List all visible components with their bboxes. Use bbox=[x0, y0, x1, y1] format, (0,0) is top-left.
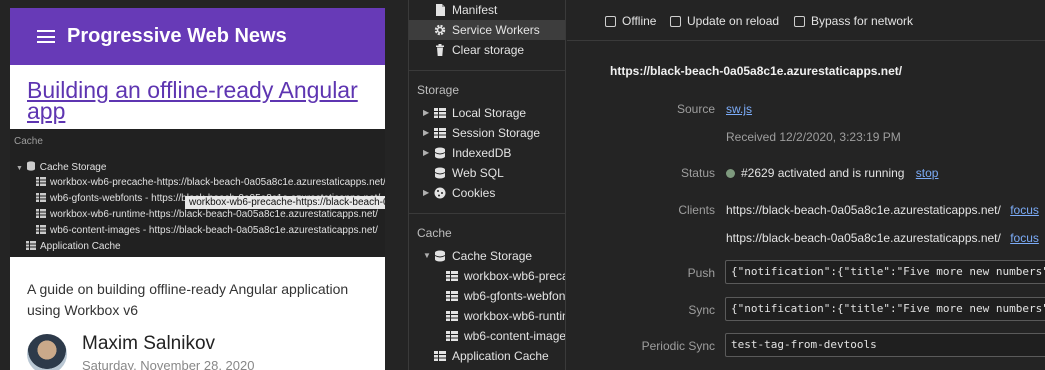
focus-link[interactable]: focus bbox=[1010, 203, 1039, 217]
storage-section-header: Storage bbox=[417, 83, 460, 97]
source-label: Source bbox=[676, 102, 715, 116]
grid-icon bbox=[446, 291, 458, 301]
cache-panel-header: Cache bbox=[14, 136, 43, 147]
database-icon bbox=[26, 161, 35, 171]
cache-panel-entry: wb6-content-images - https://black-beach… bbox=[36, 225, 378, 237]
push-input[interactable]: {"notification":{"title":"Five more new … bbox=[725, 260, 1045, 284]
client-url: https://black-beach-0a05a8c1e.azurestati… bbox=[726, 231, 1001, 245]
file-icon bbox=[436, 4, 445, 16]
application-sidebar: Manifest Service Workers Clear storage S… bbox=[408, 0, 566, 370]
chevron-right-icon[interactable]: ▶ bbox=[423, 143, 431, 163]
periodic-sync-label: Periodic Sync bbox=[641, 339, 715, 353]
database-icon bbox=[434, 167, 446, 179]
trash-icon bbox=[436, 44, 444, 56]
grid-icon bbox=[26, 241, 36, 250]
grid-icon bbox=[446, 311, 458, 321]
sidebar-item-cache-entry[interactable]: workbox-wb6-precache-https://black-beach… bbox=[409, 266, 565, 286]
author-name: Maxim Salnikov bbox=[82, 333, 216, 354]
sidebar-item-application-cache[interactable]: Application Cache bbox=[409, 346, 565, 366]
sidebar-item-session-storage[interactable]: ▶ Session Storage bbox=[409, 123, 565, 143]
status-label: Status bbox=[680, 166, 715, 180]
stop-link[interactable]: stop bbox=[916, 166, 939, 180]
gear-icon bbox=[434, 24, 446, 36]
push-label: Push bbox=[687, 266, 715, 280]
checkbox-box[interactable] bbox=[670, 15, 681, 27]
sidebar-item-indexeddb[interactable]: ▶ IndexedDB bbox=[409, 143, 565, 163]
grid-icon bbox=[446, 331, 458, 341]
checkbox-box[interactable] bbox=[605, 15, 616, 27]
grid-icon bbox=[36, 193, 46, 202]
periodic-sync-input[interactable]: test-tag-from-devtools bbox=[725, 333, 1045, 357]
scope-url: https://black-beach-0a05a8c1e.azurestati… bbox=[610, 64, 903, 78]
status-text: #2629 activated and is running bbox=[741, 166, 905, 180]
sidebar-item-service-workers[interactable]: Service Workers bbox=[409, 20, 565, 40]
grid-icon bbox=[36, 177, 46, 186]
mobile-preview: Progressive Web News Building an offline… bbox=[10, 8, 385, 370]
grid-icon bbox=[36, 209, 46, 218]
sidebar-item-clear-storage[interactable]: Clear storage bbox=[409, 40, 565, 60]
checkbox-box[interactable] bbox=[794, 15, 805, 27]
update-on-reload-checkbox[interactable]: Update on reload bbox=[670, 14, 779, 28]
client-url: https://black-beach-0a05a8c1e.azurestati… bbox=[726, 203, 1001, 217]
chevron-down-icon[interactable]: ▼ bbox=[423, 246, 431, 266]
cache-panel-cache-storage: ▼ Cache Storage bbox=[16, 161, 107, 173]
sidebar-item-cache-storage[interactable]: ▼ Cache Storage bbox=[409, 246, 565, 266]
bypass-for-network-checkbox[interactable]: Bypass for network bbox=[794, 14, 913, 28]
app-title: Progressive Web News bbox=[67, 25, 287, 47]
cache-section-header: Cache bbox=[417, 226, 452, 240]
client-row: https://black-beach-0a05a8c1e.azurestati… bbox=[726, 203, 1039, 217]
sidebar-item-cache-entry[interactable]: wb6-content-images - https://black-beach… bbox=[409, 326, 565, 346]
status-dot-icon bbox=[726, 169, 735, 178]
grid-icon bbox=[36, 225, 46, 234]
divider bbox=[409, 213, 565, 214]
cache-panel-entry: workbox-wb6-runtime-https://black-beach-… bbox=[36, 209, 378, 221]
sync-label: Sync bbox=[688, 303, 715, 317]
grid-icon bbox=[434, 351, 446, 361]
sidebar-item-web-sql[interactable]: Web SQL bbox=[409, 163, 565, 183]
cache-panel-tooltip: workbox-wb6-precache-https://black-beach… bbox=[185, 196, 385, 209]
service-worker-panel: Offline Update on reload Bypass for netw… bbox=[567, 0, 1045, 370]
focus-link[interactable]: focus bbox=[1010, 231, 1039, 245]
sync-input[interactable]: {"notification":{"title":"Five more new … bbox=[725, 297, 1045, 321]
clients-label: Clients bbox=[678, 203, 715, 217]
chevron-right-icon[interactable]: ▶ bbox=[423, 103, 431, 123]
divider bbox=[567, 40, 1045, 41]
cache-panel-screenshot: Cache ▼ Cache Storage workbox-wb6-precac… bbox=[10, 129, 385, 257]
author-avatar bbox=[27, 334, 67, 370]
chevron-right-icon[interactable]: ▶ bbox=[423, 183, 431, 203]
sidebar-item-cache-entry[interactable]: workbox-wb6-runtime-https://black-beach-… bbox=[409, 306, 565, 326]
database-icon bbox=[434, 147, 446, 159]
sidebar-item-cookies[interactable]: ▶ Cookies bbox=[409, 183, 565, 203]
app-bar: Progressive Web News bbox=[10, 8, 385, 65]
sidebar-item-local-storage[interactable]: ▶ Local Storage bbox=[409, 103, 565, 123]
chevron-right-icon[interactable]: ▶ bbox=[423, 123, 431, 143]
article-description: A guide on building offline-ready Angula… bbox=[27, 281, 349, 318]
offline-checkbox[interactable]: Offline bbox=[605, 14, 656, 28]
grid-icon bbox=[434, 108, 446, 118]
cache-panel-entry: workbox-wb6-precache-https://black-beach… bbox=[36, 177, 385, 189]
cache-panel-application-cache: Application Cache bbox=[26, 241, 121, 253]
status-value: #2629 activated and is running stop bbox=[726, 166, 938, 180]
received-time: Received 12/2/2020, 3:23:19 PM bbox=[726, 130, 901, 144]
divider bbox=[409, 70, 565, 71]
grid-icon bbox=[434, 128, 446, 138]
database-icon bbox=[434, 250, 446, 262]
sidebar-item-manifest[interactable]: Manifest bbox=[409, 0, 565, 20]
sidebar-item-cache-entry[interactable]: wb6-gfonts-webfonts - https://black-beac… bbox=[409, 286, 565, 306]
menu-icon[interactable] bbox=[37, 30, 55, 43]
grid-icon bbox=[446, 271, 458, 281]
article-title-link[interactable]: Building an offline-ready Angular app bbox=[27, 79, 367, 123]
client-row: https://black-beach-0a05a8c1e.azurestati… bbox=[726, 231, 1039, 245]
author-date: Saturday, November 28, 2020 bbox=[82, 358, 255, 370]
source-file-link[interactable]: sw.js bbox=[726, 102, 752, 116]
cookie-icon bbox=[434, 187, 446, 199]
